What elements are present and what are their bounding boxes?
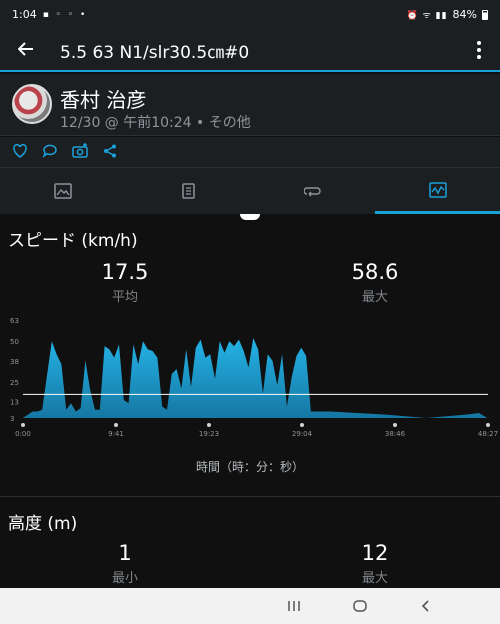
x-tick-label: 29:04: [292, 430, 313, 438]
activity-header: 香村 治彦 12/30 @ 午前10:24 • その他: [0, 74, 500, 136]
y-tick-label: 38: [10, 358, 19, 366]
user-name[interactable]: 香村 治彦: [60, 84, 146, 113]
summary-icon: [181, 183, 195, 199]
app-bar: 5.5 63 N1/slr30.5㎝#0: [0, 28, 500, 72]
altitude-title: 高度 (m): [8, 514, 78, 534]
altitude-max-stat: 12 最大: [305, 541, 445, 586]
altitude-panel: 高度 (m) 1 最小 12 最大: [0, 496, 500, 588]
status-right: ⏰ ᯤ ▮▮ 84%: [406, 8, 488, 21]
share-icon[interactable]: [102, 143, 120, 161]
altitude-min-value: 1: [118, 541, 132, 565]
x-tick-marker: [207, 423, 211, 427]
x-tick-marker: [21, 423, 25, 427]
tab-laps[interactable]: [250, 168, 375, 214]
action-row: [0, 137, 500, 168]
speed-max-value: 58.6: [351, 260, 399, 284]
speed-chart[interactable]: 3 13 25 38 50 63 0:00 9:41 19:23 29:04 38:46 48:27: [0, 312, 500, 442]
tab-bar: [0, 168, 500, 214]
map-icon: [53, 183, 72, 199]
speed-chart-svg: 3 13 25 38 50 63 0:00 9:41 19:23 29:04 38:46 48:27: [10, 317, 498, 438]
comment-icon[interactable]: [42, 143, 60, 161]
notification-icons: ▪ ◦ ◦ •: [42, 9, 88, 20]
speed-max-stat: 58.6 最大: [305, 260, 445, 305]
graph-icon: [428, 181, 447, 198]
system-nav-bar: [0, 588, 500, 624]
tab-map[interactable]: [0, 168, 125, 214]
speed-max-label: 最大: [361, 290, 388, 305]
x-tick-label: 48:27: [478, 430, 498, 438]
activity-title: 5.5 63 N1/slr30.5㎝#0: [60, 43, 250, 63]
battery-percent: 84%: [452, 8, 477, 21]
y-tick-label: 13: [10, 399, 19, 407]
tab-summary[interactable]: [125, 168, 250, 214]
altitude-min-stat: 1 最小: [55, 541, 195, 586]
speed-area-series: [23, 338, 488, 418]
home-icon[interactable]: [345, 596, 375, 616]
speed-panel: スピード (km/h) 17.5 平均 58.6 最大 3 13 25 38 50 63 0…: [0, 214, 500, 496]
recents-icon[interactable]: [279, 596, 309, 616]
back-icon[interactable]: [411, 596, 441, 616]
avatar[interactable]: [12, 84, 52, 124]
speed-avg-label: 平均: [111, 290, 138, 305]
x-tick-marker: [300, 423, 304, 427]
speed-avg-stat: 17.5 平均: [55, 260, 195, 305]
x-tick-label: 38:46: [385, 430, 406, 438]
speed-avg-value: 17.5: [101, 260, 149, 284]
status-time: 1:04: [12, 8, 37, 21]
y-tick-label: 3: [10, 415, 14, 423]
tab-graph[interactable]: [375, 168, 500, 214]
signal-icons: ⏰ ᯤ ▮▮: [406, 11, 448, 21]
camera-add-icon[interactable]: [72, 143, 90, 161]
more-vert-icon[interactable]: [472, 38, 486, 62]
y-tick-label: 63: [10, 317, 19, 325]
status-left: 1:04 ▪ ◦ ◦ •: [12, 8, 87, 21]
altitude-min-label: 最小: [111, 571, 138, 586]
x-axis-title: 時間（時：分：秒）: [195, 460, 304, 474]
x-tick-marker: [393, 423, 397, 427]
altitude-max-label: 最大: [361, 571, 388, 586]
altitude-max-value: 12: [361, 541, 389, 565]
x-tick-label: 9:41: [108, 430, 124, 438]
back-arrow-icon[interactable]: [10, 36, 42, 62]
status-bar: 1:04 ▪ ◦ ◦ • ⏰ ᯤ ▮▮ 84%: [0, 0, 500, 28]
speed-title: スピード (km/h): [8, 231, 138, 251]
x-tick-label: 0:00: [15, 430, 31, 438]
x-tick-marker: [486, 423, 490, 427]
laps-icon: [303, 187, 321, 197]
y-tick-label: 25: [10, 379, 19, 387]
battery-icon: [482, 9, 488, 20]
activity-meta: 12/30 @ 午前10:24 • その他: [60, 115, 251, 131]
heart-icon[interactable]: [12, 143, 30, 161]
scroll-indicator: [240, 214, 260, 220]
y-tick-label: 50: [10, 338, 19, 346]
x-tick-marker: [114, 423, 118, 427]
x-tick-label: 19:23: [199, 430, 219, 438]
